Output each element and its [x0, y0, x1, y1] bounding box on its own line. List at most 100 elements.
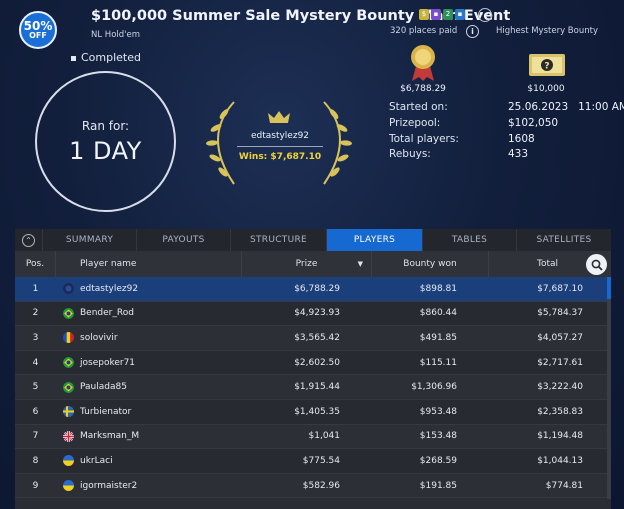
ran-for-label: Ran for: [81, 118, 130, 133]
player-prize: $2,602.50 [294, 357, 340, 368]
duration-ring: Ran for: 1 DAY [35, 71, 176, 212]
places-paid: 320 places paid [390, 26, 458, 36]
table-row[interactable]: 7 Marksman_M $1,041 $153.48 $1,194.48 [15, 424, 611, 450]
table-row[interactable]: 5 Paulada85 $1,915.44 $1,306.96 $3,222.40 [15, 375, 611, 400]
stat-value: 1608 [508, 132, 535, 145]
completed-status: Completed [71, 51, 141, 64]
tab-structure[interactable]: STRUCTURE [230, 229, 326, 251]
ukraine-flag-icon [62, 455, 74, 467]
table-row[interactable]: 4 josepoker71 $2,602.50 $115.11 $2,717.61 [15, 350, 611, 376]
player-position: 2 [32, 308, 39, 319]
top-prize-amount: $6,788.29 [400, 84, 446, 94]
stat-row-rebuys: Rebuys: 433 [389, 148, 624, 164]
player-total: $1,044.13 [537, 455, 583, 466]
player-bounty: $491.85 [419, 332, 457, 343]
player-position: 7 [32, 431, 39, 442]
player-bounty: $153.48 [419, 431, 457, 442]
chevron-up-icon: ⌃ [22, 233, 35, 247]
tab-bar: ⌃ SUMMARY PAYOUTS STRUCTURE PLAYERS TABL… [15, 229, 611, 251]
search-icon [591, 259, 603, 271]
player-name: Bender_Rod [80, 308, 134, 319]
ukraine-flag-icon [62, 480, 74, 492]
tournament-feature-icons: $ ▪ 2 ▪ [419, 9, 465, 20]
player-prize: $1,915.44 [294, 382, 340, 393]
stat-value: 433 [508, 148, 529, 161]
tournament-stats: Started on: 25.06.2023 11:00 AM Prizepool… [389, 101, 624, 164]
stat-label: Prizepool: [389, 116, 441, 129]
players-table-body: 1 edtastylez92 $6,788.29 $898.81 $7,687.10 2 B… [15, 277, 611, 499]
more-options-button[interactable]: ··· [478, 8, 492, 22]
svg-text:?: ? [544, 62, 549, 72]
discount-badge: 50% OFF [19, 11, 57, 49]
table-row[interactable]: 3 solovivir $3,565.42 $491.85 $4,057.27 [15, 326, 611, 351]
player-name: Marksman_M [80, 431, 140, 442]
feature-chip-icon: ▪ [431, 9, 441, 20]
col-bounty[interactable]: Bounty won [372, 251, 489, 277]
player-position: 3 [32, 332, 39, 343]
highest-bounty-label: Highest Mystery Bounty [496, 26, 598, 36]
mystery-bounty-icon: ? [529, 54, 565, 76]
brazil-flag-icon [62, 381, 74, 393]
player-bounty: $191.85 [419, 480, 457, 491]
mystery-bounty-amount: $10,000 [527, 84, 565, 94]
player-prize: $582.96 [302, 480, 340, 491]
table-header: Pos. Player name Prize ▼ Bounty won Total [15, 251, 611, 277]
col-prize[interactable]: Prize ▼ [242, 251, 372, 277]
player-prize: $1,405.35 [294, 406, 340, 417]
player-name: Turbienator [80, 406, 132, 417]
status-square-icon [71, 55, 76, 61]
table-row[interactable]: 1 edtastylez92 $6,788.29 $898.81 $7,687.10 [15, 277, 611, 302]
player-total: $1,194.48 [537, 431, 583, 442]
ran-for-value: 1 DAY [69, 136, 142, 165]
stat-row-started: Started on: 25.06.2023 11:00 AM [389, 101, 624, 117]
player-bounty: $1,306.96 [411, 382, 457, 393]
table-row[interactable]: 2 Bender_Rod $4,923.93 $860.44 $5,784.37 [15, 301, 611, 327]
stat-value: $102,050 [508, 116, 559, 129]
player-name: josepoker71 [80, 357, 136, 368]
col-pos[interactable]: Pos. [15, 251, 56, 277]
feature-chip-icon: $ [419, 9, 429, 20]
player-position: 9 [32, 480, 39, 491]
scrollbar-thumb[interactable] [607, 277, 611, 299]
completed-label: Completed [81, 51, 141, 64]
player-prize: $4,923.93 [294, 308, 340, 319]
player-bounty: $860.44 [419, 308, 457, 319]
player-name: igormaister2 [80, 480, 138, 491]
moldova-flag-icon [62, 332, 74, 344]
winner-winnings: Wins: $7,687.10 [238, 152, 322, 162]
player-prize: $775.54 [302, 455, 340, 466]
player-bounty: $115.11 [419, 357, 457, 368]
player-name: edtastylez92 [80, 283, 139, 294]
table-row[interactable]: 6 Turbienator $1,405.35 $953.48 $2,358.83 [15, 399, 611, 425]
player-prize: $3,565.42 [294, 332, 340, 343]
player-total: $4,057.27 [537, 332, 583, 343]
stat-row-prizepool: Prizepool: $102,050 [389, 117, 624, 133]
feature-chip-icon: 2 [443, 9, 453, 20]
player-bounty: $953.48 [419, 406, 457, 417]
col-player-name[interactable]: Player name [56, 251, 242, 277]
collapse-button[interactable]: ⌃ [15, 229, 42, 251]
tab-satellites[interactable]: SATELLITES [516, 229, 611, 251]
player-total: $7,687.10 [537, 283, 583, 294]
player-total: $5,784.37 [537, 308, 583, 319]
tab-tables[interactable]: TABLES [422, 229, 516, 251]
player-bounty: $898.81 [419, 283, 457, 294]
table-row[interactable]: 9 igormaister2 $582.96 $191.85 $774.81 [15, 473, 611, 499]
stat-label: Started on: [389, 101, 448, 113]
crown-icon [268, 111, 290, 123]
player-avatar-icon [62, 283, 74, 295]
medal-icon [411, 45, 435, 81]
player-bounty: $268.59 [419, 455, 457, 466]
tab-summary[interactable]: SUMMARY [42, 229, 136, 251]
info-icon[interactable]: i [466, 25, 479, 38]
player-position: 1 [32, 283, 39, 294]
player-total: $2,358.83 [537, 406, 583, 417]
tab-players[interactable]: PLAYERS [326, 229, 422, 251]
scrollbar[interactable] [607, 277, 611, 499]
player-prize: $1,041 [308, 431, 341, 442]
tab-payouts[interactable]: PAYOUTS [136, 229, 230, 251]
search-button[interactable] [586, 254, 607, 275]
player-position: 5 [32, 382, 39, 393]
table-row[interactable]: 8 ukrLaci $775.54 $268.59 $1,044.13 [15, 449, 611, 474]
winner-name: edtastylez92 [250, 131, 310, 141]
